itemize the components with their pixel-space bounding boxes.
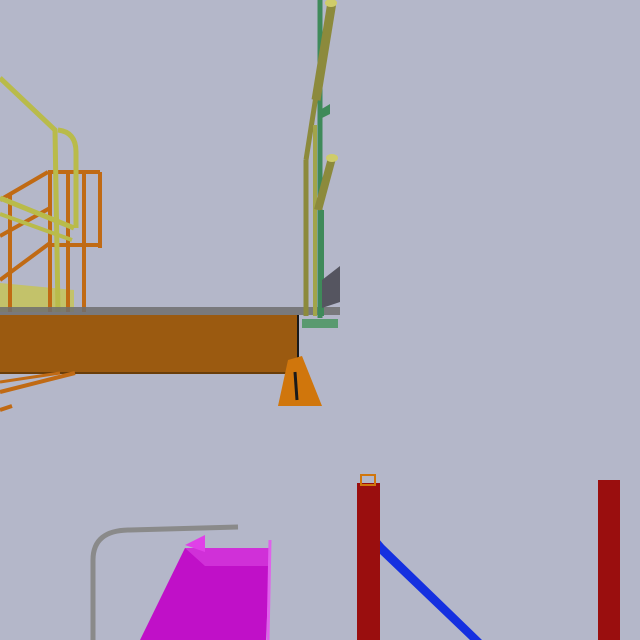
pole-base [302,319,338,328]
deck-beam-face [0,315,298,373]
plinth-edge [293,371,299,401]
pole-cap [326,154,338,162]
deck-top-edge [0,307,340,315]
chute-edge [266,539,272,640]
red-post [598,480,620,640]
red-post [357,483,380,640]
cad-3d-viewport[interactable] [0,0,640,640]
